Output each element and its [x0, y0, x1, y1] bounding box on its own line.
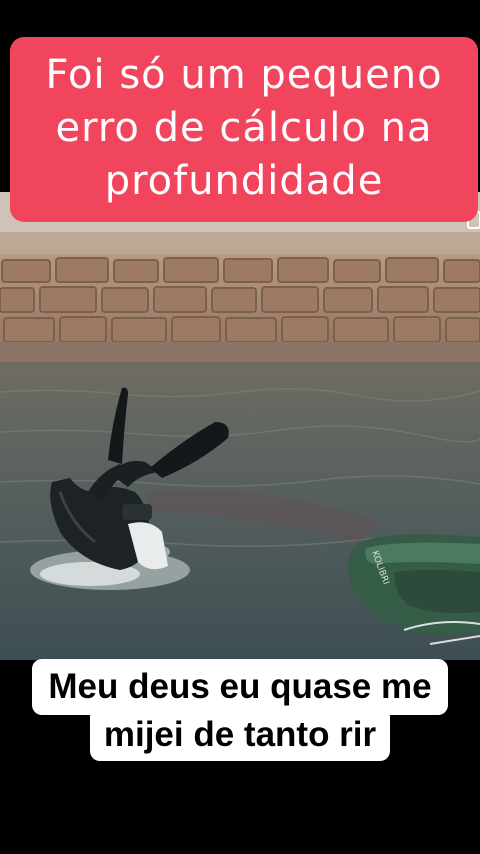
- caption-bottom-line-1: Meu deus eu quase me: [32, 659, 448, 715]
- caption-top-line-2: erro de cálculo na: [55, 105, 433, 151]
- stone-wall: [0, 254, 480, 364]
- caption-bottom: Meu deus eu quase me mijei de tanto rir: [0, 659, 480, 761]
- caption-top-line-3: profundidade: [104, 158, 384, 204]
- caption-top-line-1: Foi só um pequeno: [45, 52, 443, 98]
- scene-image: KOLIBRI: [0, 192, 480, 660]
- caption-bottom-line-2: mijei de tanto rir: [89, 709, 391, 761]
- video-frame: KOLIBRI: [0, 192, 480, 660]
- caption-top: Foi só um pequeno erro de cálculo na pro…: [10, 37, 478, 222]
